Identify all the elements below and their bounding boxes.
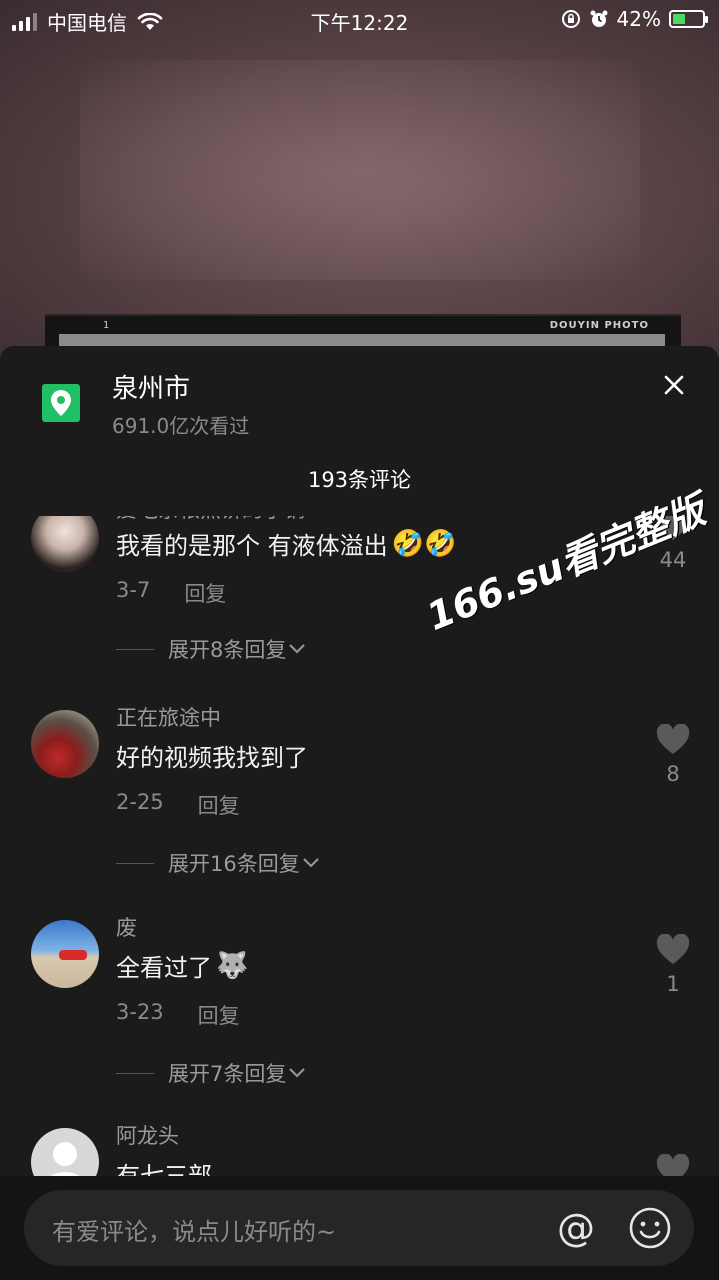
comment-list[interactable]: 爱吃杂粮煎饼的小钢 我看的是那个 有液体溢出 🤣🤣 3-7 回复 44 展开8条…	[0, 516, 719, 1178]
comment-username[interactable]: 爱吃杂粮煎饼的小钢	[116, 516, 305, 524]
video-blur	[80, 60, 640, 280]
expand-replies[interactable]: 展开8条回复	[116, 634, 308, 664]
battery-icon	[669, 10, 708, 28]
divider-line	[116, 648, 154, 650]
like-count: 44	[659, 548, 687, 572]
film-brand: DOUYIN PHOTO	[549, 320, 649, 331]
laughing-emoji: 🤣🤣	[391, 528, 457, 559]
comment-item: 废 全看过了 🐺 3-23 回复 1 展开7条回复	[0, 916, 719, 1100]
comment-username[interactable]: 废	[116, 912, 137, 942]
comment-text-content: 有七三部	[116, 1162, 212, 1178]
comment-username[interactable]: 正在旅途中	[116, 702, 221, 732]
comment-date: 2-25	[116, 790, 164, 814]
comment-text-content: 全看过了	[116, 954, 212, 982]
expand-replies[interactable]: 展开7条回复	[116, 1058, 308, 1088]
expand-replies[interactable]: 展开16条回复	[116, 848, 322, 878]
avatar[interactable]	[31, 1128, 99, 1178]
location-badge[interactable]	[42, 384, 80, 422]
location-name[interactable]: 泉州市	[112, 368, 190, 405]
close-icon[interactable]	[659, 370, 689, 400]
rotation-lock-icon	[561, 10, 580, 28]
status-bar: 中国电信 下午12:22 42%	[0, 0, 719, 40]
wolf-emoji: 🐺	[216, 950, 249, 981]
avatar[interactable]	[31, 710, 99, 778]
heart-icon	[656, 724, 690, 754]
comment-text-content: 我看的是那个 有液体溢出	[116, 532, 388, 560]
like-button[interactable]: 1	[655, 934, 691, 996]
comment-input-bar: 有爱评论，说点儿好听的~ @	[0, 1176, 719, 1280]
expand-replies-label: 展开16条回复	[168, 852, 300, 876]
comment-item: 正在旅途中 好的视频我找到了 2-25 回复 8 展开16条回复	[0, 706, 719, 890]
comment-date: 3-23	[116, 1000, 164, 1024]
heart-icon	[656, 1154, 690, 1178]
comment-text[interactable]: 我看的是那个 有液体溢出 🤣🤣	[116, 526, 456, 561]
reply-button[interactable]: 回复	[198, 1000, 240, 1030]
comment-username[interactable]: 阿龙头	[116, 1120, 179, 1150]
reply-button[interactable]: 回复	[198, 790, 240, 820]
mention-button[interactable]: @	[554, 1206, 598, 1250]
comment-item: 阿龙头 有七三部	[0, 1124, 719, 1178]
comment-text[interactable]: 有七三部	[116, 1156, 212, 1178]
alarm-icon	[590, 10, 608, 27]
comment-input[interactable]: 有爱评论，说点儿好听的~ @	[24, 1190, 694, 1266]
frame-number: 1	[103, 320, 110, 331]
video-background[interactable]	[0, 0, 719, 360]
battery-level	[673, 14, 685, 24]
map-pin-icon	[51, 390, 71, 416]
chevron-down-icon	[289, 644, 306, 654]
chevron-down-icon	[303, 858, 319, 868]
avatar[interactable]	[31, 920, 99, 988]
like-count: 1	[666, 972, 680, 996]
reply-button[interactable]: 回复	[184, 578, 226, 608]
default-avatar-icon	[47, 1142, 83, 1178]
comment-date: 3-7	[116, 578, 151, 602]
divider-line	[116, 1072, 154, 1074]
like-button[interactable]: 8	[655, 724, 691, 786]
comments-panel: 泉州市 691.0亿次看过 193条评论 爱吃杂粮煎饼的小钢 我看的是那个 有液…	[0, 346, 719, 1280]
comment-meta: 3-23 回复	[116, 1000, 240, 1030]
comment-text[interactable]: 全看过了 🐺	[116, 948, 248, 983]
expand-replies-label: 展开8条回复	[168, 638, 287, 662]
comment-count: 193条评论	[307, 468, 412, 492]
like-button[interactable]	[655, 1154, 691, 1178]
divider-line	[116, 862, 154, 864]
comment-meta: 3-7 回复	[116, 578, 226, 608]
avatar[interactable]	[31, 516, 99, 572]
chevron-down-icon	[289, 1068, 306, 1078]
smiley-icon[interactable]	[628, 1206, 672, 1250]
comment-text[interactable]: 好的视频我找到了	[116, 738, 308, 773]
heart-icon	[656, 934, 690, 964]
battery-percent: 42%	[616, 7, 661, 31]
expand-replies-label: 展开7条回复	[168, 1062, 287, 1086]
comment-meta: 2-25 回复	[116, 790, 240, 820]
like-count: 8	[666, 762, 680, 786]
comment-text-content: 好的视频我找到了	[116, 744, 308, 772]
location-views: 691.0亿次看过	[112, 414, 250, 438]
comment-input-placeholder: 有爱评论，说点儿好听的~	[52, 1218, 337, 1246]
